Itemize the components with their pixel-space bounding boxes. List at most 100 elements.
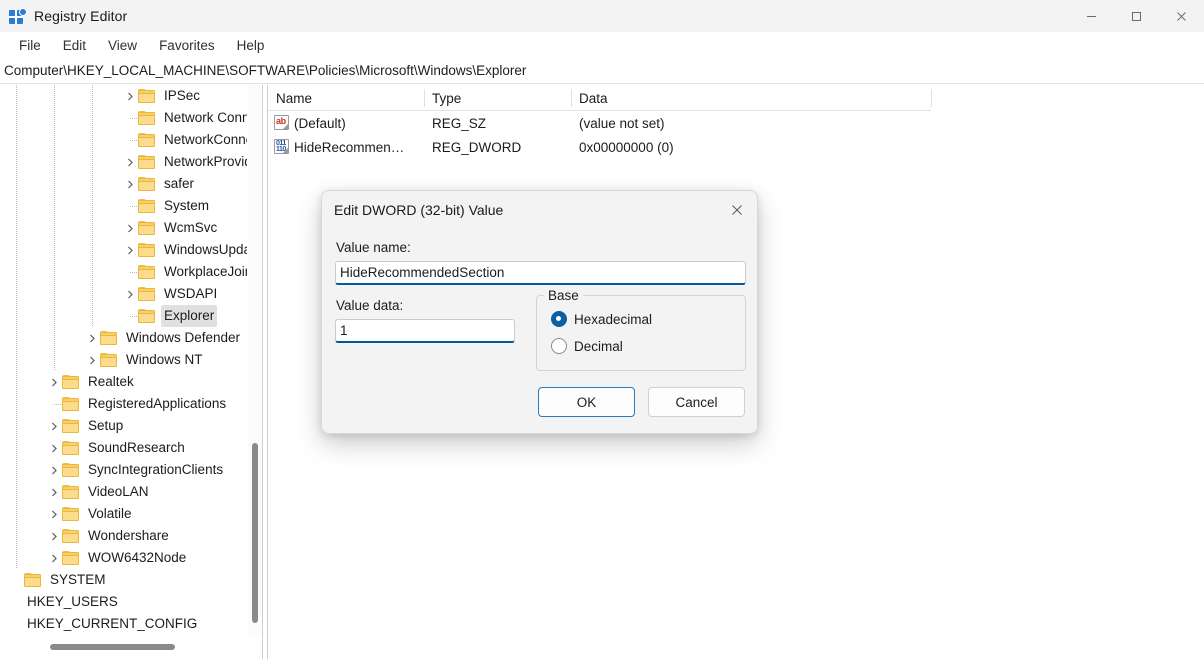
chevron-right-icon[interactable] bbox=[122, 173, 138, 195]
column-header-data[interactable]: Data bbox=[571, 85, 931, 111]
tree-guide-line bbox=[16, 503, 17, 525]
tree-spacer bbox=[122, 305, 138, 327]
tree-guide-line bbox=[16, 195, 17, 217]
tree-guide-line bbox=[16, 107, 17, 129]
tree-item[interactable]: Wondershare bbox=[0, 525, 247, 547]
value-name-input[interactable]: HideRecommendedSection bbox=[335, 261, 746, 285]
column-separator[interactable] bbox=[424, 89, 425, 107]
close-button[interactable] bbox=[1159, 0, 1204, 32]
tree-item[interactable]: System bbox=[0, 195, 247, 217]
menu-item-help[interactable]: Help bbox=[226, 35, 276, 56]
chevron-right-icon[interactable] bbox=[84, 349, 100, 371]
tree-item-label: IPSec bbox=[161, 85, 203, 107]
column-separator-end[interactable] bbox=[931, 89, 932, 107]
tree-item[interactable]: SYSTEM bbox=[0, 569, 247, 591]
menu-item-favorites[interactable]: Favorites bbox=[148, 35, 226, 56]
tree-item[interactable]: NetworkConnectivity bbox=[0, 129, 247, 151]
ok-button[interactable]: OK bbox=[538, 387, 635, 417]
address-bar[interactable]: Computer\HKEY_LOCAL_MACHINE\SOFTWARE\Pol… bbox=[0, 58, 1204, 84]
tree-item-label: Volatile bbox=[85, 503, 135, 525]
tree-vertical-scroll-thumb[interactable] bbox=[252, 443, 258, 623]
tree-item[interactable]: WOW6432Node bbox=[0, 547, 247, 569]
chevron-right-icon[interactable] bbox=[46, 415, 62, 437]
tree-spacer bbox=[46, 393, 62, 415]
chevron-right-icon[interactable] bbox=[84, 327, 100, 349]
chevron-right-icon[interactable] bbox=[122, 239, 138, 261]
tree-item[interactable]: SoundResearch bbox=[0, 437, 247, 459]
list-column-headers: NameTypeData bbox=[268, 85, 931, 111]
folder-icon bbox=[62, 463, 79, 477]
folder-icon bbox=[62, 419, 79, 433]
tree-item[interactable]: WorkplaceJoin bbox=[0, 261, 247, 283]
tree-item[interactable]: Network Connections bbox=[0, 107, 247, 129]
pane-splitter[interactable] bbox=[262, 85, 263, 659]
tree-guide-line bbox=[16, 547, 17, 569]
cancel-button[interactable]: Cancel bbox=[648, 387, 745, 417]
column-separator[interactable] bbox=[571, 89, 572, 107]
tree-item[interactable]: safer bbox=[0, 173, 247, 195]
tree-spacer bbox=[8, 613, 24, 635]
tree-item-content: Setup bbox=[46, 415, 126, 437]
menu-item-file[interactable]: File bbox=[8, 35, 52, 56]
tree-vertical-scrollbar[interactable] bbox=[248, 85, 262, 636]
table-row[interactable]: ab(Default)REG_SZ(value not set) bbox=[268, 111, 1204, 135]
tree-item[interactable]: Realtek bbox=[0, 371, 247, 393]
tree-guide-line bbox=[92, 217, 93, 239]
chevron-right-icon[interactable] bbox=[46, 525, 62, 547]
tree-horizontal-scrollbar[interactable] bbox=[0, 636, 262, 659]
tree-item[interactable]: RegisteredApplications bbox=[0, 393, 247, 415]
chevron-right-icon[interactable] bbox=[46, 371, 62, 393]
column-header-name[interactable]: Name bbox=[268, 85, 424, 111]
tree-item[interactable]: Explorer bbox=[0, 305, 247, 327]
tree-item-label: WcmSvc bbox=[161, 217, 220, 239]
tree-item[interactable]: Windows NT bbox=[0, 349, 247, 371]
table-row[interactable]: 011110HideRecommen…REG_DWORD0x00000000 (… bbox=[268, 135, 1204, 159]
chevron-right-icon[interactable] bbox=[122, 85, 138, 107]
registry-tree[interactable]: IPSecNetwork ConnectionsNetworkConnectiv… bbox=[0, 85, 247, 636]
folder-icon bbox=[138, 309, 155, 323]
tree-item-content: Realtek bbox=[46, 371, 137, 393]
tree-item[interactable]: Windows Defender bbox=[0, 327, 247, 349]
radio-hexadecimal[interactable]: Hexadecimal bbox=[551, 311, 652, 327]
chevron-right-icon[interactable] bbox=[46, 459, 62, 481]
tree-item[interactable]: IPSec bbox=[0, 85, 247, 107]
chevron-right-icon[interactable] bbox=[122, 283, 138, 305]
chevron-right-icon[interactable] bbox=[46, 481, 62, 503]
tree-item[interactable]: VideoLAN bbox=[0, 481, 247, 503]
radio-decimal-indicator[interactable] bbox=[551, 338, 567, 354]
radio-decimal[interactable]: Decimal bbox=[551, 338, 623, 354]
tree-item-content: WSDAPI bbox=[122, 283, 220, 305]
tree-guide-line bbox=[16, 327, 17, 349]
tree-horizontal-scroll-thumb[interactable] bbox=[50, 644, 175, 650]
tree-item[interactable]: WSDAPI bbox=[0, 283, 247, 305]
maximize-button[interactable] bbox=[1114, 0, 1159, 32]
tree-item[interactable]: SyncIntegrationClients bbox=[0, 459, 247, 481]
tree-guide-line bbox=[92, 173, 93, 195]
radio-hexadecimal-indicator[interactable] bbox=[551, 311, 567, 327]
menu-item-view[interactable]: View bbox=[97, 35, 148, 56]
menu-item-edit[interactable]: Edit bbox=[52, 35, 97, 56]
minimize-button[interactable] bbox=[1069, 0, 1114, 32]
tree-guide-line bbox=[92, 261, 93, 283]
tree-item[interactable]: WindowsUpdate bbox=[0, 239, 247, 261]
list-rows: ab(Default)REG_SZ(value not set)011110Hi… bbox=[268, 111, 1204, 159]
value-data-label: Value data: bbox=[336, 298, 403, 313]
cell-name: HideRecommen… bbox=[294, 140, 404, 155]
tree-item[interactable]: Volatile bbox=[0, 503, 247, 525]
chevron-right-icon[interactable] bbox=[122, 217, 138, 239]
dialog-close-button[interactable] bbox=[715, 191, 758, 229]
tree-item[interactable]: Setup bbox=[0, 415, 247, 437]
chevron-right-icon[interactable] bbox=[46, 503, 62, 525]
tree-item[interactable]: HKEY_CURRENT_CONFIG bbox=[0, 613, 247, 635]
chevron-right-icon[interactable] bbox=[122, 151, 138, 173]
tree-item[interactable]: NetworkProvider bbox=[0, 151, 247, 173]
tree-guide-line bbox=[16, 85, 17, 107]
chevron-right-icon[interactable] bbox=[46, 437, 62, 459]
tree-item[interactable]: HKEY_USERS bbox=[0, 591, 247, 613]
tree-guide-line bbox=[92, 85, 93, 107]
tree-item-label: Realtek bbox=[85, 371, 137, 393]
tree-item[interactable]: WcmSvc bbox=[0, 217, 247, 239]
column-header-type[interactable]: Type bbox=[424, 85, 571, 111]
value-data-input[interactable]: 1 bbox=[335, 319, 515, 343]
chevron-right-icon[interactable] bbox=[46, 547, 62, 569]
